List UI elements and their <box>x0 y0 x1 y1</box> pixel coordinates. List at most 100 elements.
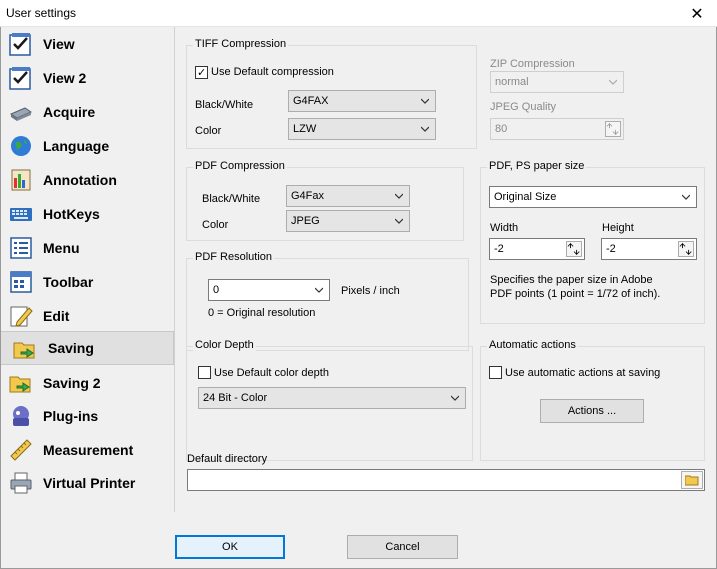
sidebar-item-virtual-printer[interactable]: Virtual Printer <box>0 466 174 500</box>
select-value: G4FAX <box>293 95 329 107</box>
spin-arrows-icon[interactable] <box>605 121 621 137</box>
jpeg-quality-field[interactable]: 80 <box>490 118 624 140</box>
ruler-icon <box>10 439 32 461</box>
chevron-down-icon <box>682 194 690 200</box>
default-directory-field[interactable] <box>187 469 705 491</box>
tiff-use-default-checkbox[interactable]: ✓ <box>195 66 208 79</box>
sidebar-item-label: Saving <box>48 340 94 356</box>
automatic-actions-checkbox[interactable] <box>489 366 502 379</box>
sidebar-item-label: Toolbar <box>43 274 94 290</box>
close-icon: ✕ <box>690 5 704 23</box>
checkmark-icon: ✓ <box>197 67 207 79</box>
globe-icon <box>11 136 31 156</box>
paper-size-select[interactable]: Original Size <box>489 186 697 208</box>
sidebar-item-annotation[interactable]: Annotation <box>0 163 174 197</box>
sidebar-item-label: Plug-ins <box>43 408 99 424</box>
tiff-use-default-label: Use Default compression <box>211 66 334 78</box>
zip-compression-select[interactable]: normal <box>490 71 624 93</box>
sidebar-item-saving[interactable]: Saving <box>0 331 174 365</box>
select-value: normal <box>495 76 529 88</box>
tiff-bw-label: Black/White <box>195 99 254 111</box>
color-depth-select[interactable]: 24 Bit - Color <box>198 387 466 409</box>
group-title: PDF Compression <box>193 160 287 172</box>
sidebar-item-label: Virtual Printer <box>43 475 136 491</box>
paper-width-label: Width <box>490 222 519 234</box>
folder-save-icon <box>13 342 35 359</box>
select-value: 24 Bit - Color <box>203 392 268 404</box>
automatic-actions-label: Use automatic actions at saving <box>505 367 661 379</box>
annotation-icon <box>11 169 31 191</box>
sidebar-item-hotkeys[interactable]: HotKeys <box>0 197 174 231</box>
pdf-resolution-note: 0 = Original resolution <box>208 307 316 319</box>
sidebar-item-label: Language <box>43 138 110 154</box>
menu-icon <box>10 237 32 259</box>
group-title: Color Depth <box>193 339 256 351</box>
sidebar-item-acquire[interactable]: Acquire <box>0 95 174 129</box>
sidebar-item-label: View 2 <box>43 70 87 86</box>
cancel-button[interactable]: Cancel <box>347 535 458 559</box>
sidebar-item-label: Measurement <box>43 442 134 458</box>
settings-sidebar: View View 2 Acquire Language Annotation … <box>0 27 174 512</box>
edit-icon <box>10 306 33 327</box>
paper-height-field[interactable]: -2 <box>601 238 697 260</box>
zip-compression-label: ZIP Compression <box>490 58 575 70</box>
scanner-icon <box>9 107 33 121</box>
color-depth-default-label: Use Default color depth <box>214 367 329 379</box>
pdf-bw-select[interactable]: G4Fax <box>286 185 410 207</box>
browse-folder-button[interactable] <box>681 471 703 489</box>
printer-icon <box>10 472 32 494</box>
sidebar-item-label: Edit <box>43 308 70 324</box>
sidebar-item-label: Saving 2 <box>43 375 101 391</box>
sidebar-item-saving-2[interactable]: Saving 2 <box>0 366 174 400</box>
tiff-bw-select[interactable]: G4FAX <box>288 90 436 112</box>
spin-arrows-icon[interactable] <box>678 241 694 257</box>
sidebar-item-measurement[interactable]: Measurement <box>0 433 174 467</box>
select-value: Original Size <box>494 191 557 203</box>
spin-arrows-icon[interactable] <box>566 241 582 257</box>
input-value: -2 <box>606 243 616 255</box>
default-directory-label: Default directory <box>187 453 268 465</box>
chevron-down-icon <box>395 218 403 224</box>
sidebar-item-label: Acquire <box>43 104 96 120</box>
sidebar-item-label: HotKeys <box>43 206 100 222</box>
folder-icon <box>685 475 699 486</box>
paper-width-field[interactable]: -2 <box>489 238 585 260</box>
pdf-resolution-unit-label: Pixels / inch <box>341 285 400 297</box>
close-button[interactable]: ✕ <box>677 0 717 27</box>
group-title: Automatic actions <box>487 339 578 351</box>
settings-panel: TIFF Compression ✓ Use Default compressi… <box>174 27 716 512</box>
chevron-down-icon <box>609 79 617 85</box>
group-title: TIFF Compression <box>193 38 289 50</box>
color-depth-default-checkbox[interactable] <box>198 366 211 379</box>
tiff-color-label: Color <box>195 125 222 137</box>
chevron-down-icon <box>421 126 429 132</box>
sidebar-item-edit[interactable]: Edit <box>0 299 174 333</box>
keyboard-icon <box>10 208 32 221</box>
pdf-color-label: Color <box>202 219 229 231</box>
ok-button[interactable]: OK <box>175 535 285 559</box>
window-title: User settings <box>6 6 77 20</box>
paper-size-note: Specifies the paper size in Adobe PDF po… <box>490 274 661 300</box>
select-value: 0 <box>213 284 220 296</box>
checklist-icon <box>9 33 31 56</box>
sidebar-item-view-2[interactable]: View 2 <box>0 61 174 95</box>
sidebar-item-label: Menu <box>43 240 80 256</box>
jpeg-quality-label: JPEG Quality <box>490 101 557 113</box>
sidebar-item-language[interactable]: Language <box>0 129 174 163</box>
paper-height-label: Height <box>602 222 634 234</box>
chevron-down-icon <box>421 98 429 104</box>
pdf-color-select[interactable]: JPEG <box>286 210 410 232</box>
chevron-down-icon <box>315 287 323 293</box>
sidebar-item-view[interactable]: View <box>0 27 174 61</box>
sidebar-item-toolbar[interactable]: Toolbar <box>0 265 174 299</box>
tiff-color-select[interactable]: LZW <box>288 118 436 140</box>
chevron-down-icon <box>451 395 459 401</box>
sidebar-item-plug-ins[interactable]: Plug-ins <box>0 399 174 433</box>
pdf-resolution-select[interactable]: 0 <box>208 279 330 301</box>
actions-button[interactable]: Actions ... <box>540 399 644 423</box>
select-value: G4Fax <box>291 190 325 202</box>
sidebar-item-menu[interactable]: Menu <box>0 231 174 265</box>
title-bar: User settings ✕ <box>0 0 717 27</box>
pdf-resolution-group: PDF Resolution <box>186 251 469 351</box>
group-title: PDF, PS paper size <box>487 160 587 172</box>
